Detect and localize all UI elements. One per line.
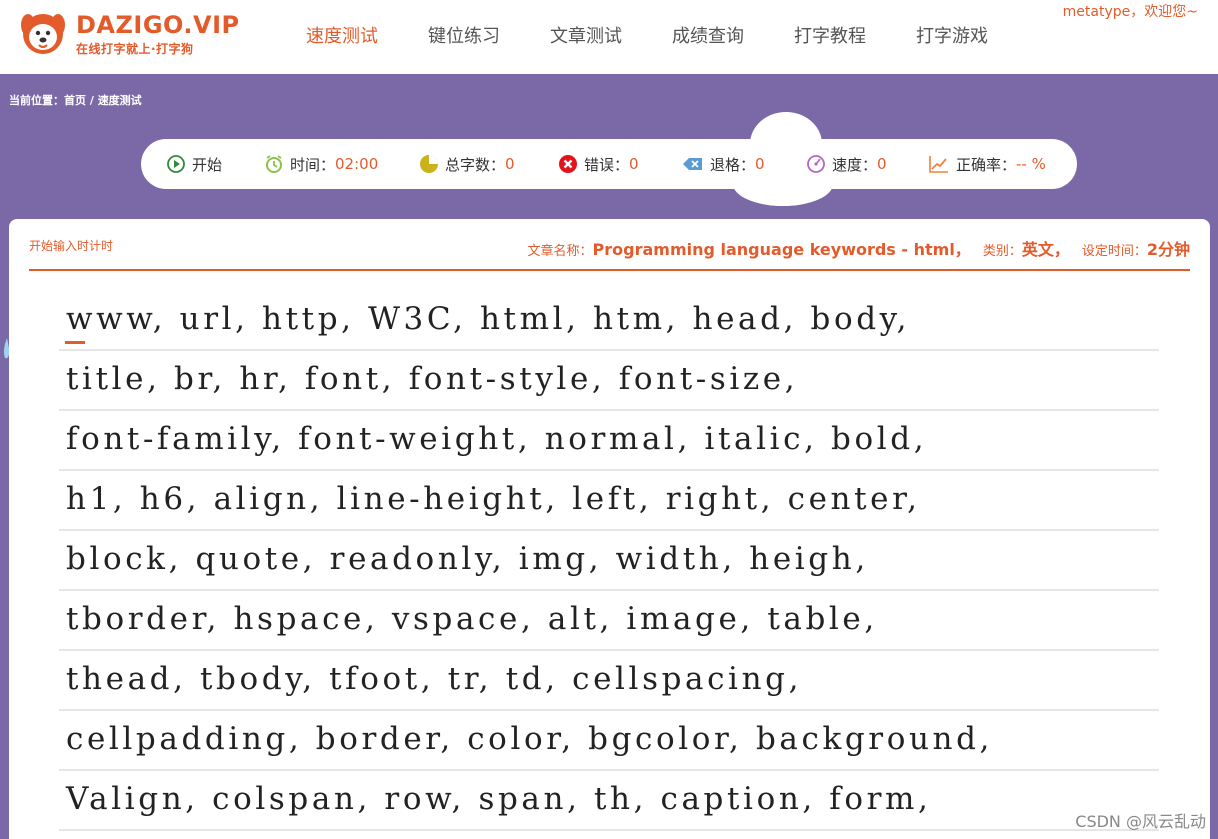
start-button[interactable]: 开始 [166,154,222,174]
breadcrumb-separator: / [86,94,98,107]
stats-toolbar: 开始 时间： 02:00 总字数： 0 错误： 0 退格： 0 速度： 0 正确… [141,139,1077,189]
header-divider [29,269,1190,271]
errors-stat: 错误： 0 [558,154,639,174]
time-setting-value: 2分钟 [1146,240,1190,259]
text-line: tborder, hspace, vspace, alt, image, tab… [59,591,1159,651]
text-line-content: cellpadding, border, color, bgcolor, bac… [66,721,993,757]
nav-item-typing-games[interactable]: 打字游戏 [916,22,988,48]
start-label: 开始 [192,155,223,174]
text-line: block, quote, readonly, img, width, heig… [59,531,1159,591]
category-value: 英文， [1021,240,1070,259]
timer-stat: 时间： 02:00 [264,154,378,174]
text-line-content: h1, h6, align, line-height, left, right,… [66,481,921,517]
typing-cursor [65,341,85,344]
accuracy-label: 正确率： [956,155,1017,174]
text-line: Valign, colspan, row, span, th, caption,… [59,771,1159,831]
watermark: CSDN @风云乱动 [1075,812,1206,831]
nav-item-key-practice[interactable]: 键位练习 [428,22,500,48]
user-greeting[interactable]: metatype，欢迎您~ [1063,1,1198,21]
text-line-content: title, br, hr, font, font-style, font-si… [66,361,799,397]
total-label: 总字数： [445,155,506,174]
article-name: Programming language keywords - html， [592,240,971,259]
typing-text-area[interactable]: www, url, http, W3C, html, htm, head, bo… [59,291,1159,831]
nav-item-score-query[interactable]: 成绩查询 [672,22,744,48]
backspace-icon [683,158,702,170]
site-header: DAZIGO.VIP 在线打字就上·打字狗 速度测试 键位练习 文章测试 成绩查… [0,0,1218,74]
text-line-content: block, quote, readonly, img, width, heig… [66,541,869,577]
accuracy-stat: 正确率： -- % [928,154,1046,174]
speed-value: 0 [877,155,887,173]
text-line-content: tborder, hspace, vspace, alt, image, tab… [66,601,878,637]
start-hint: 开始输入时计时 [29,239,114,253]
speed-stat: 速度： 0 [806,154,887,174]
errors-value: 0 [629,155,639,173]
typing-card: 开始输入时计时 文章名称：Programming language keywor… [9,219,1210,839]
logo-subtitle: 在线打字就上·打字狗 [76,42,194,56]
category-label: 类别： [982,244,1022,259]
backspace-stat: 退格： 0 [682,154,765,174]
text-line-content: thead, tbody, tfoot, tr, td, cellspacing… [66,661,803,697]
play-icon [167,155,185,173]
pie-icon [420,155,438,173]
breadcrumb: 当前位置：首页 / 速度测试 [9,92,142,108]
text-line: title, br, hr, font, font-style, font-si… [59,351,1159,411]
text-line-content: www, url, http, W3C, html, htm, head, bo… [66,301,911,337]
breadcrumb-home[interactable]: 首页 [64,94,86,107]
nav-item-speed-test[interactable]: 速度测试 [306,22,378,48]
text-line: h1, h6, align, line-height, left, right,… [59,471,1159,531]
article-info: 文章名称：Programming language keywords - htm… [528,236,1191,260]
chart-line-icon [929,156,948,173]
total-words-stat: 总字数： 0 [419,154,515,174]
clock-icon [266,155,282,173]
nav-item-article-test[interactable]: 文章测试 [550,22,622,48]
speed-label: 速度： [832,155,878,174]
error-icon [559,155,577,173]
time-value: 02:00 [335,155,379,173]
text-line: thead, tbody, tfoot, tr, td, cellspacing… [59,651,1159,711]
time-setting-label: 设定时间： [1081,244,1147,259]
nav-item-typing-tutorial[interactable]: 打字教程 [794,22,866,48]
text-line: cellpadding, border, color, bgcolor, bac… [59,711,1159,771]
backspace-label: 退格： [710,155,756,174]
total-value: 0 [505,155,515,173]
time-label: 时间： [290,155,336,174]
text-line: www, url, http, W3C, html, htm, head, bo… [59,291,1159,351]
backspace-value: 0 [755,155,765,173]
speedometer-icon [807,155,825,173]
logo-title: DAZIGO.VIP [76,11,240,39]
text-line-content: Valign, colspan, row, span, th, caption,… [66,781,932,817]
text-line-content: font-family, font-weight, normal, italic… [66,421,928,457]
text-line: font-family, font-weight, normal, italic… [59,411,1159,471]
accuracy-value: -- % [1016,155,1046,173]
article-name-label: 文章名称： [527,244,593,259]
breadcrumb-prefix: 当前位置： [9,94,64,107]
dog-logo-icon [21,14,65,54]
site-logo[interactable]: DAZIGO.VIP 在线打字就上·打字狗 [18,9,239,59]
errors-label: 错误： [584,155,630,174]
breadcrumb-current: 速度测试 [97,94,142,107]
